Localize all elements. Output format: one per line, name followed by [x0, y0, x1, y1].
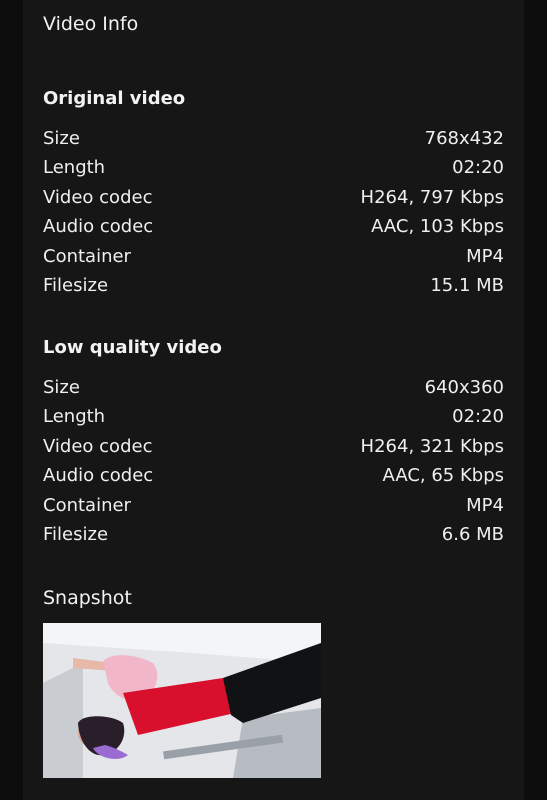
lq-length-value: 02:20: [452, 406, 504, 428]
lq-video-codec-label: Video codec: [43, 435, 153, 457]
lq-audio-codec-row: Audio codec AAC, 65 Kbps: [43, 461, 504, 490]
video-info-panel: Video Info Original video Size 768x432 L…: [23, 0, 524, 800]
lq-filesize-row: Filesize 6.6 MB: [43, 520, 504, 549]
lq-video-codec-value: H264, 321 Kbps: [360, 435, 504, 457]
lq-filesize-label: Filesize: [43, 523, 109, 545]
original-length-label: Length: [43, 157, 106, 179]
lq-container-label: Container: [43, 494, 131, 516]
original-filesize-label: Filesize: [43, 274, 109, 296]
original-length-row: Length 02:20: [43, 153, 504, 182]
original-filesize-row: Filesize 15.1 MB: [43, 271, 504, 300]
lq-filesize-value: 6.6 MB: [441, 523, 504, 545]
original-audio-codec-value: AAC, 103 Kbps: [371, 216, 504, 238]
low-quality-video-details: Size 640x360 Length 02:20 Video codec H2…: [43, 373, 504, 549]
original-video-codec-row: Video codec H264, 797 Kbps: [43, 183, 504, 212]
original-video-heading: Original video: [43, 88, 186, 109]
snapshot-picture: [43, 623, 321, 778]
original-size-row: Size 768x432: [43, 124, 504, 153]
lq-length-row: Length 02:20: [43, 402, 504, 431]
lq-size-value: 640x360: [424, 377, 504, 398]
lq-container-value: MP4: [466, 494, 504, 516]
original-length-value: 02:20: [452, 157, 504, 179]
original-video-codec-value: H264, 797 Kbps: [360, 186, 504, 208]
original-container-label: Container: [43, 245, 131, 267]
original-container-row: Container MP4: [43, 242, 504, 271]
lq-size-row: Size 640x360: [43, 373, 504, 402]
original-size-label: Size: [43, 128, 80, 149]
low-quality-video-heading: Low quality video: [43, 337, 222, 358]
original-size-value: 768x432: [424, 128, 504, 149]
lq-audio-codec-value: AAC, 65 Kbps: [382, 465, 504, 487]
snapshot-label: Snapshot: [43, 587, 132, 609]
original-filesize-value: 15.1 MB: [430, 274, 504, 296]
lq-length-label: Length: [43, 406, 106, 428]
original-video-details: Size 768x432 Length 02:20 Video codec H2…: [43, 124, 504, 300]
lq-video-codec-row: Video codec H264, 321 Kbps: [43, 432, 504, 461]
lq-audio-codec-label: Audio codec: [43, 465, 154, 487]
original-audio-codec-row: Audio codec AAC, 103 Kbps: [43, 212, 504, 241]
original-video-codec-label: Video codec: [43, 186, 153, 208]
original-container-value: MP4: [466, 245, 504, 267]
snapshot-image[interactable]: [43, 623, 321, 778]
original-audio-codec-label: Audio codec: [43, 216, 154, 238]
lq-container-row: Container MP4: [43, 491, 504, 520]
page-title: Video Info: [43, 13, 139, 35]
lq-size-label: Size: [43, 377, 80, 398]
